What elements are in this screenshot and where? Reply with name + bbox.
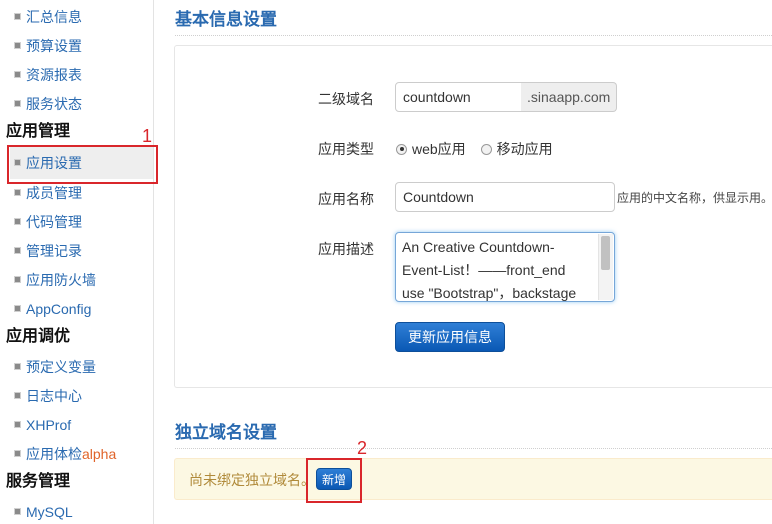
bullet-icon xyxy=(14,275,21,283)
scrollbar-thumb[interactable] xyxy=(601,236,610,270)
bullet-icon xyxy=(14,41,21,49)
sidebar-item-predefined-vars[interactable]: 预定义变量 xyxy=(14,356,96,378)
sidebar-heading-app-management: 应用管理 xyxy=(6,123,71,140)
sidebar: 汇总信息 预算设置 资源报表 服务状态 应用管理 应用设置 成员管理 代码管理 … xyxy=(0,0,154,524)
basic-info-title: 基本信息设置 xyxy=(175,10,277,29)
radio-checked-icon xyxy=(396,143,407,155)
annotation-box-1 xyxy=(7,145,158,184)
annotation-number-1: 1 xyxy=(142,126,153,146)
name-label: 应用名称 xyxy=(318,191,374,207)
type-label: 应用类型 xyxy=(318,141,374,157)
sidebar-item-service-status[interactable]: 服务状态 xyxy=(14,93,82,115)
sidebar-item-budget[interactable]: 预算设置 xyxy=(14,35,82,57)
update-app-info-button[interactable]: 更新应用信息 xyxy=(395,322,505,352)
alpha-badge: alpha xyxy=(82,446,117,462)
domain-label: 二级域名 xyxy=(318,91,374,107)
divider xyxy=(175,35,772,36)
bullet-icon xyxy=(14,188,21,196)
sidebar-item-app-checkup[interactable]: 应用体检alpha xyxy=(14,443,116,465)
annotation-number-2: 2 xyxy=(357,438,368,458)
bullet-icon xyxy=(14,99,21,107)
sidebar-item-firewall[interactable]: 应用防火墙 xyxy=(14,269,96,291)
sidebar-item-members[interactable]: 成员管理 xyxy=(14,182,82,204)
sidebar-item-log-center[interactable]: 日志中心 xyxy=(14,385,82,407)
custom-domain-notice-text: 尚未绑定独立域名。 xyxy=(189,472,315,488)
textarea-scrollbar[interactable] xyxy=(598,234,613,300)
radio-unchecked-icon xyxy=(480,143,492,155)
sidebar-heading-service-management: 服务管理 xyxy=(6,473,71,490)
bullet-icon xyxy=(14,391,21,399)
bullet-icon xyxy=(14,449,21,457)
sidebar-item-resource-report[interactable]: 资源报表 xyxy=(14,64,82,86)
bullet-icon xyxy=(14,420,21,428)
type-radio-web[interactable]: web应用 xyxy=(396,141,466,157)
app-name-input[interactable] xyxy=(395,182,615,212)
bullet-icon xyxy=(14,362,21,370)
app-description-textarea[interactable]: An Creative Countdown- Event-List！——fron… xyxy=(395,232,615,302)
sidebar-item-appconfig[interactable]: AppConfig xyxy=(14,298,91,320)
type-radio-mobile[interactable]: 移动应用 xyxy=(480,141,553,157)
custom-domain-title: 独立域名设置 xyxy=(175,423,277,442)
sidebar-heading-app-tuning: 应用调优 xyxy=(6,328,71,345)
desc-label: 应用描述 xyxy=(318,241,374,257)
sidebar-item-code[interactable]: 代码管理 xyxy=(14,211,82,233)
bullet-icon xyxy=(14,246,21,254)
domain-suffix: .sinaapp.com xyxy=(521,82,617,112)
annotation-box-2 xyxy=(306,458,362,503)
name-hint: 应用的中文名称，供显示用。 xyxy=(617,191,772,205)
type-radio-group: web应用 移动应用 xyxy=(396,139,553,159)
bullet-icon xyxy=(14,507,21,515)
domain-input[interactable] xyxy=(395,82,522,112)
sidebar-item-mysql[interactable]: MySQL xyxy=(14,501,73,523)
divider xyxy=(175,448,772,449)
sidebar-item-xhprof[interactable]: XHProf xyxy=(14,414,71,436)
bullet-icon xyxy=(14,12,21,20)
bullet-icon xyxy=(14,70,21,78)
sidebar-item-logs-admin[interactable]: 管理记录 xyxy=(14,240,82,262)
sidebar-item-summary[interactable]: 汇总信息 xyxy=(14,6,82,28)
bullet-icon xyxy=(14,217,21,225)
bullet-icon xyxy=(14,304,21,312)
